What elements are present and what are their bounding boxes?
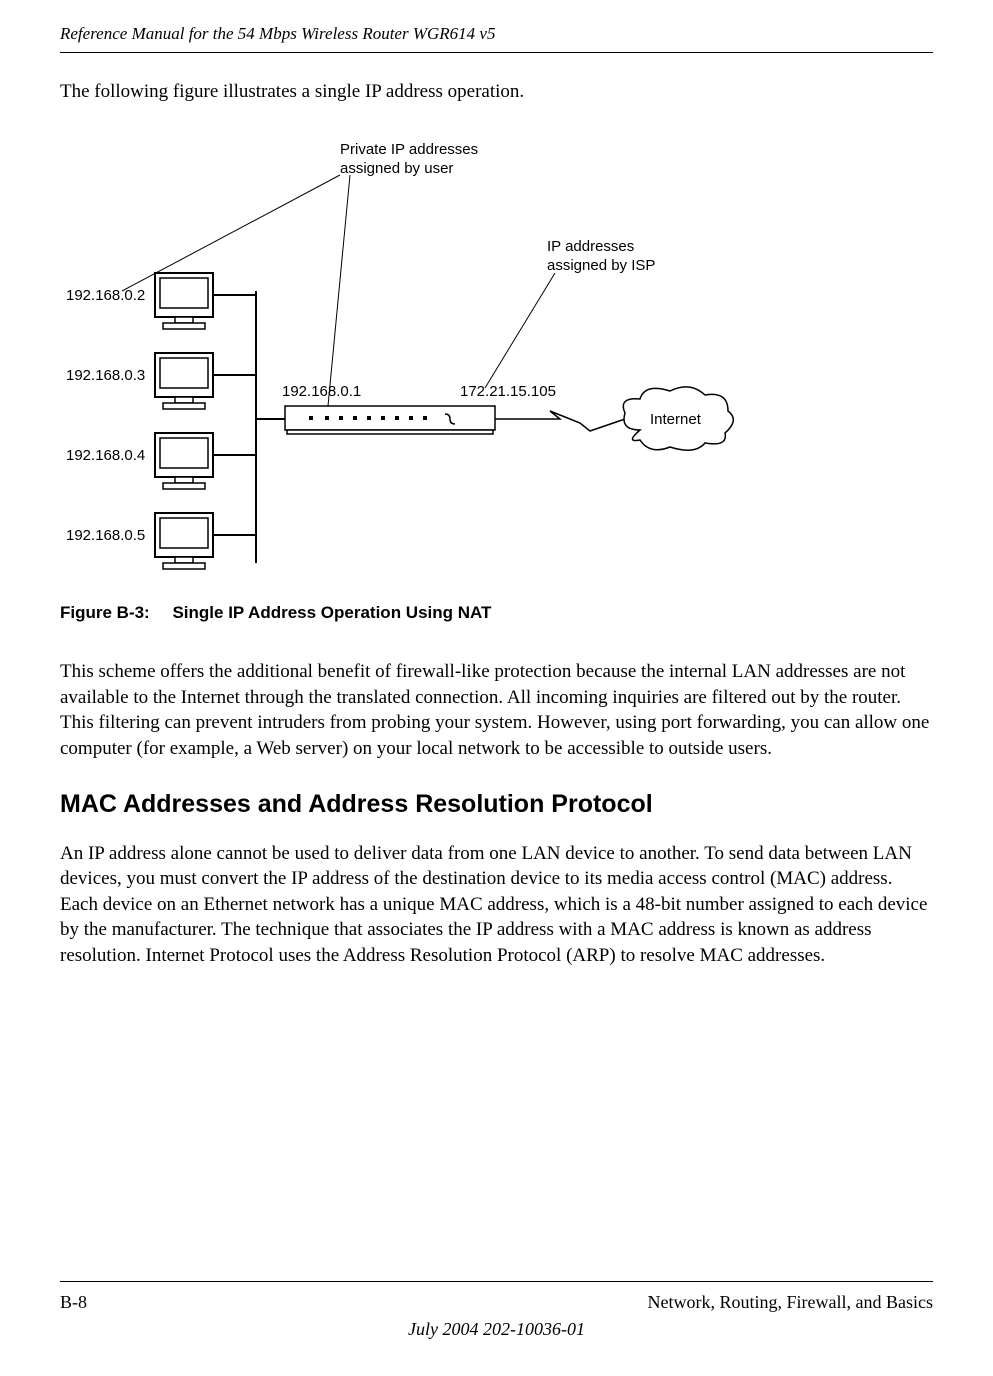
paragraph-nat-benefit: This scheme offers the additional benefi… [60, 659, 933, 762]
footer-date: July 2004 202-10036-01 [60, 1319, 933, 1340]
private-ip-label: Private IP addresses assigned by user [340, 141, 478, 179]
internet-label: Internet [650, 411, 701, 430]
isp-ip-label: IP addresses assigned by ISP [547, 238, 655, 276]
paragraph-mac-arp: An IP address alone cannot be used to de… [60, 841, 933, 969]
figure-caption: Figure B-3: Single IP Address Operation … [60, 603, 933, 623]
ip-label-3: 192.168.0.4 [66, 447, 145, 466]
section-heading-mac: MAC Addresses and Address Resolution Pro… [60, 790, 933, 819]
figure-number: Figure B-3: [60, 603, 150, 622]
header-title: Reference Manual for the 54 Mbps Wireles… [60, 0, 933, 52]
isp-label-line1: IP addresses [547, 238, 634, 255]
private-label-line1: Private IP addresses [340, 141, 478, 158]
figure-title: Single IP Address Operation Using NAT [172, 603, 491, 622]
ip-label-1: 192.168.0.2 [66, 287, 145, 306]
nat-diagram: Private IP addresses assigned by user IP… [60, 123, 933, 593]
header-divider [60, 52, 933, 53]
footer-divider [60, 1281, 933, 1282]
intro-text: The following figure illustrates a singl… [60, 81, 933, 103]
footer-page-number: B-8 [60, 1292, 87, 1313]
footer-section-title: Network, Routing, Firewall, and Basics [648, 1292, 933, 1313]
ip-label-2: 192.168.0.3 [66, 367, 145, 386]
page-footer: B-8 Network, Routing, Firewall, and Basi… [60, 1281, 933, 1340]
isp-label-line2: assigned by ISP [547, 257, 655, 274]
private-label-line2: assigned by user [340, 160, 453, 177]
diagram-svg [60, 123, 933, 593]
router-lan-ip: 192.168.0.1 [282, 383, 361, 402]
router-wan-ip: 172.21.15.105 [460, 383, 556, 402]
ip-label-4: 192.168.0.5 [66, 527, 145, 546]
